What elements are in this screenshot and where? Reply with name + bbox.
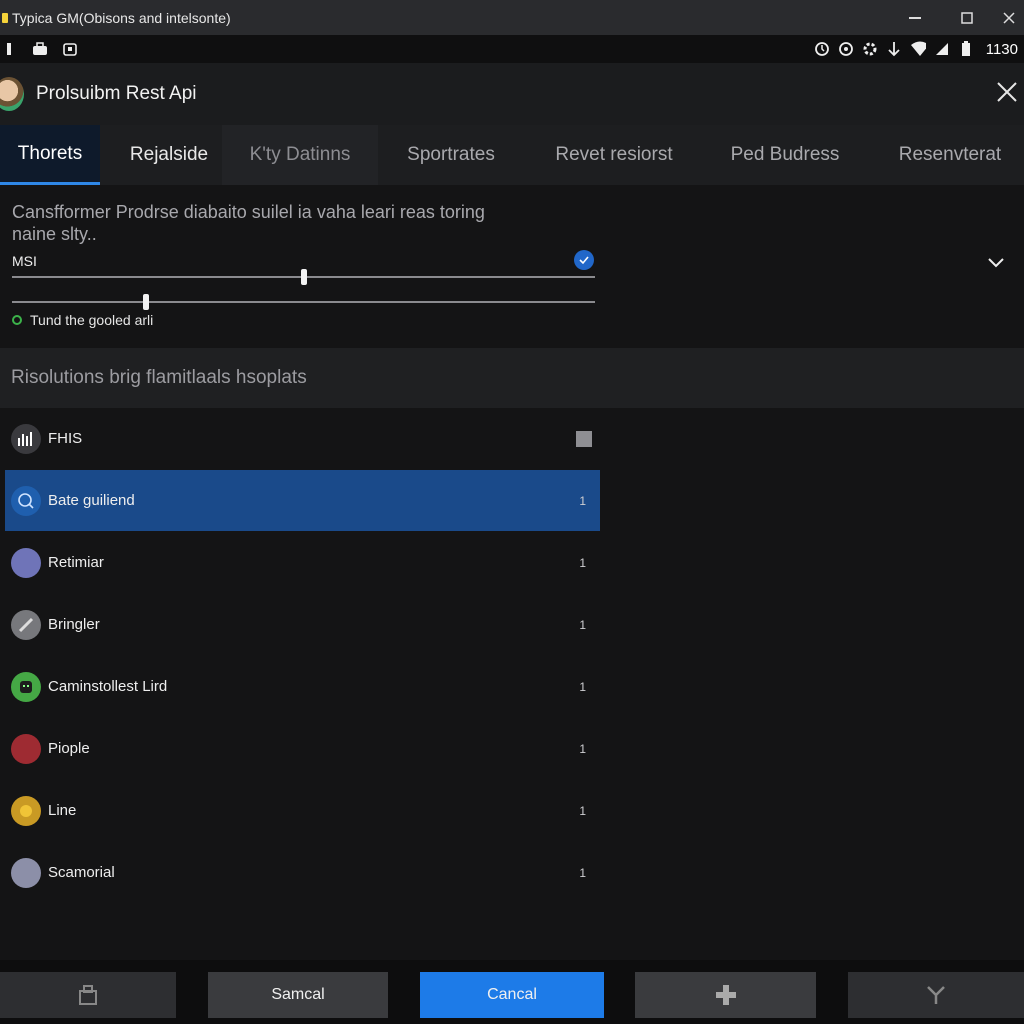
window-title: Typica GM(Obisons and intelsonte)	[12, 9, 231, 26]
panel-description: Cansfformer Prodrse diabaito suilel ia v…	[12, 202, 485, 244]
device-status-bar: 1130	[0, 35, 1024, 63]
tab-revet-resiorst[interactable]: Revet resiorst	[540, 125, 688, 185]
list-item-count: 1	[579, 493, 586, 508]
list-item-label: Bate guiliend	[48, 492, 135, 509]
robot-icon	[11, 671, 41, 702]
clipboard-icon	[62, 42, 78, 56]
close-icon	[1003, 11, 1015, 24]
section-header: Risolutions brig flamitlaals hsoplats	[0, 348, 1024, 408]
app-header: Prolsuibm Rest Api	[0, 63, 1024, 125]
notification-icon	[2, 42, 18, 56]
list-item-label: FHIS	[48, 430, 83, 447]
window-titlebar: Typica GM(Obisons and intelsonte)	[0, 0, 1024, 35]
group-icon	[11, 857, 41, 888]
list-item[interactable]: Retimiar 1	[5, 532, 600, 593]
list-item-label: Retimiar	[48, 554, 104, 571]
list-item-count: 1	[579, 803, 586, 818]
sun-icon	[11, 795, 41, 826]
puzzle-icon	[715, 985, 736, 1005]
list-item-count: 1	[579, 865, 586, 880]
list-item[interactable]: Bringler 1	[5, 594, 600, 655]
tab-thorets[interactable]: Thorets	[0, 125, 100, 185]
equalizer-icon	[11, 423, 41, 454]
branch-button[interactable]	[848, 972, 1024, 1018]
list-item-count: 1	[579, 617, 586, 632]
maximize-icon	[961, 11, 973, 24]
cancel-button[interactable]: Cancal	[420, 972, 604, 1018]
status-dot-icon	[12, 315, 22, 325]
settings-panel: Cansfformer Prodrse diabaito suilel ia v…	[0, 185, 1024, 348]
battery-icon	[958, 41, 974, 56]
cancel-button-label: Cancal	[487, 986, 537, 1003]
list-item[interactable]: Caminstollest Lird 1	[5, 656, 600, 717]
window-close-button[interactable]	[994, 0, 1024, 35]
bag-icon	[32, 42, 48, 56]
moon-icon	[11, 547, 41, 578]
resource-list: FHIS Bate guiliend 1 Retimiar 1 Bringler…	[0, 408, 1024, 960]
close-icon[interactable]	[992, 77, 1022, 107]
list-item-count: 1	[579, 679, 586, 694]
secondary-slider-track[interactable]	[12, 294, 595, 310]
page-title: Prolsuibm Rest Api	[36, 83, 197, 104]
action-bar: Samcal Cancal	[0, 960, 1024, 1024]
app-icon	[2, 12, 8, 23]
msi-slider-thumb[interactable]	[300, 269, 307, 285]
slider-label: MSI	[12, 253, 37, 269]
bag-icon	[79, 985, 97, 1005]
list-item-count: 1	[579, 741, 586, 756]
section-title: Risolutions brig flamitlaals hsoplats	[11, 367, 307, 388]
tab-label: Ped Budress	[730, 144, 840, 165]
avatar[interactable]	[0, 77, 24, 111]
bag-button[interactable]	[0, 972, 176, 1018]
check-toggle[interactable]	[574, 250, 594, 270]
status-text: Tund the gooled arli	[30, 312, 154, 328]
list-item-label: Bringler	[48, 616, 100, 633]
download-icon	[886, 42, 902, 57]
list-item-label: Scamorial	[48, 864, 115, 881]
people-icon	[11, 733, 41, 764]
tab-rejalside[interactable]: Rejalside	[118, 125, 220, 185]
tab-label: Thorets	[17, 142, 83, 164]
alarm-icon	[814, 42, 830, 56]
list-item[interactable]: FHIS	[5, 408, 600, 469]
settings-icon	[862, 42, 878, 56]
checkbox[interactable]	[576, 430, 592, 447]
tab-resenvterat[interactable]: Resenvterat	[884, 125, 1016, 185]
maximize-button[interactable]	[942, 0, 992, 35]
msi-slider-track[interactable]	[12, 269, 595, 285]
list-item-selected[interactable]: Bate guiliend 1	[5, 470, 600, 531]
list-item-label: Piople	[48, 740, 90, 757]
secondary-button-label: Samcal	[271, 986, 325, 1003]
signal-icon	[934, 42, 950, 56]
clock: 1130	[985, 40, 1018, 58]
status-indicator: Tund the gooled arli	[12, 312, 153, 328]
list-item-count: 1	[579, 555, 586, 570]
tab-label: Revet resiorst	[555, 144, 673, 165]
minimize-icon	[909, 16, 921, 19]
tab-label: Sportrates	[407, 144, 495, 165]
minimize-button[interactable]	[890, 0, 940, 35]
list-item-label: Line	[48, 802, 77, 819]
tab-label: Resenvterat	[898, 144, 1002, 165]
tool-icon	[11, 609, 41, 640]
target-icon	[838, 42, 854, 56]
branch-icon	[927, 986, 945, 1004]
user-search-icon	[11, 485, 41, 516]
list-item[interactable]: Scamorial 1	[5, 842, 600, 903]
secondary-button[interactable]: Samcal	[208, 972, 388, 1018]
tab-label: Rejalside	[129, 144, 209, 165]
checkmark-icon	[579, 256, 589, 265]
tab-bar: Thorets Rejalside K'ty Datinns Sportrate…	[0, 125, 1024, 185]
puzzle-button[interactable]	[635, 972, 816, 1018]
tab-label: K'ty Datinns	[249, 144, 351, 165]
list-item[interactable]: Piople 1	[5, 718, 600, 779]
list-item-label: Caminstollest Lird	[48, 678, 168, 695]
wifi-icon	[910, 41, 926, 56]
secondary-slider-thumb[interactable]	[143, 294, 150, 310]
tab-ped-budress[interactable]: Ped Budress	[716, 125, 854, 185]
list-item[interactable]: Line 1	[5, 780, 600, 841]
tab-sportrates[interactable]: Sportrates	[392, 125, 510, 185]
chevron-down-icon[interactable]	[984, 253, 1008, 273]
tab-kty-datinns[interactable]: K'ty Datinns	[222, 125, 378, 185]
